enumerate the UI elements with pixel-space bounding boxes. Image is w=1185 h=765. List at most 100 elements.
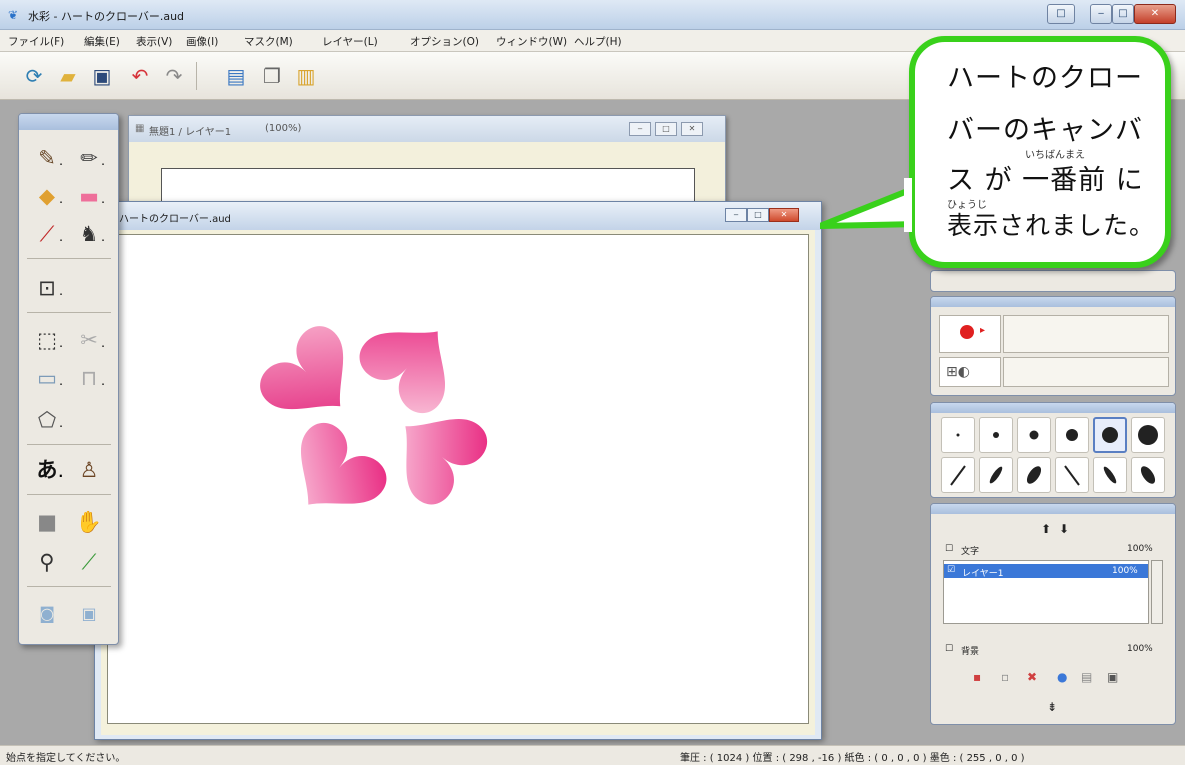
brush-size-6[interactable] bbox=[1131, 417, 1165, 453]
front-minimize-button[interactable]: ‒ bbox=[725, 208, 747, 222]
maximize-button[interactable]: □ bbox=[1112, 4, 1134, 24]
layer-1-checkbox[interactable]: ☑ bbox=[947, 565, 955, 575]
zoom-tool-icon[interactable]: ⚲ bbox=[29, 546, 65, 578]
menu-image[interactable]: 画像(I) bbox=[186, 34, 218, 49]
brush-tool-icon[interactable]: ✎ bbox=[29, 142, 65, 177]
text-tool-icon[interactable]: あ bbox=[29, 454, 65, 489]
marker-tool-icon[interactable]: ◆ bbox=[29, 180, 65, 215]
layer-text-name[interactable]: 文字 bbox=[961, 544, 979, 557]
status-info: 筆圧 : ( 1024 ) 位置 : ( 298 , -16 ) 紙色 : ( … bbox=[680, 753, 1025, 764]
menu-view[interactable]: 表示(V) bbox=[136, 34, 172, 49]
brush-shape-5[interactable] bbox=[1093, 457, 1127, 493]
layer-bg-name[interactable]: 背景 bbox=[961, 644, 979, 657]
delete-layer-icon[interactable]: ✖ bbox=[1027, 670, 1037, 684]
layer-list[interactable]: ☑ レイヤー1 100% bbox=[943, 560, 1149, 624]
menu-edit[interactable]: 編集(E) bbox=[84, 34, 120, 49]
brush-size-1[interactable] bbox=[941, 417, 975, 453]
scissors-tool-icon[interactable]: ✂ bbox=[71, 324, 107, 359]
back-close-button[interactable]: ✕ bbox=[681, 122, 703, 136]
layer-1-name[interactable]: レイヤー1 bbox=[962, 566, 1003, 579]
front-close-button[interactable]: ✕ bbox=[769, 208, 799, 222]
tool-palette-titlebar[interactable] bbox=[19, 114, 118, 130]
fullscreen-mode-icon[interactable]: ▣ bbox=[71, 598, 107, 630]
menu-window[interactable]: ウィンドウ(W) bbox=[496, 34, 567, 49]
tool-separator bbox=[27, 444, 111, 445]
layer-panel-titlebar[interactable] bbox=[931, 504, 1175, 514]
crayon-tool-icon[interactable]: ⟋ bbox=[29, 218, 65, 253]
copy-layer-icon[interactable]: ▫ bbox=[1001, 670, 1009, 684]
restore-small-button[interactable]: □ bbox=[1047, 4, 1075, 24]
layer-down-icon[interactable]: ⬇ bbox=[1059, 522, 1069, 536]
current-color-box[interactable]: ▸ bbox=[939, 315, 1001, 353]
bucket-tool-icon[interactable]: ♞ bbox=[71, 218, 107, 253]
image-icon[interactable]: ▤ bbox=[222, 62, 250, 90]
fill-rect-tool-icon[interactable]: ■ bbox=[29, 506, 65, 538]
brush-size-panel-titlebar[interactable] bbox=[931, 403, 1175, 413]
brush-shape-3[interactable] bbox=[1017, 457, 1051, 493]
brush-size-2[interactable] bbox=[979, 417, 1013, 453]
brush-size-3[interactable] bbox=[1017, 417, 1051, 453]
brush-size-5-selected[interactable] bbox=[1093, 417, 1127, 453]
menu-help[interactable]: ヘルプ(H) bbox=[574, 34, 622, 49]
layer-mask-icon[interactable]: ● bbox=[1057, 670, 1067, 684]
open-folder-icon[interactable]: ▰ bbox=[54, 62, 82, 90]
layer-row-selected[interactable]: ☑ レイヤー1 100% bbox=[944, 564, 1148, 579]
merge-layer-icon[interactable]: ▤ bbox=[1081, 670, 1092, 684]
brush-size-4[interactable] bbox=[1055, 417, 1089, 453]
move-select-tool-icon[interactable]: ▭ bbox=[29, 362, 65, 397]
minimize-button[interactable]: ‒ bbox=[1090, 4, 1112, 24]
layer-scrollbar[interactable] bbox=[1151, 560, 1163, 624]
paper-ink-swap-icon[interactable]: ⊞◐ bbox=[939, 357, 1001, 387]
heart-clover-illustration bbox=[252, 300, 492, 531]
brush-shape-1[interactable] bbox=[941, 457, 975, 493]
menu-layer[interactable]: レイヤー(L) bbox=[322, 34, 378, 49]
eyedropper-tool-icon[interactable]: ⟋ bbox=[71, 546, 107, 578]
new-canvas-icon[interactable]: ⟳ bbox=[20, 62, 48, 90]
close-button[interactable]: ✕ bbox=[1134, 4, 1176, 24]
stamp-tool-icon[interactable]: ♙ bbox=[71, 454, 107, 486]
tool-separator bbox=[27, 586, 111, 587]
hand-tool-icon[interactable]: ✋ bbox=[71, 506, 107, 538]
brush-shape-2[interactable] bbox=[979, 457, 1013, 493]
document-back-zoom: (100%) bbox=[265, 123, 302, 134]
pencil-tool-icon[interactable]: ✏ bbox=[71, 142, 107, 177]
paste-icon[interactable]: ▥ bbox=[292, 62, 320, 90]
view-mode-icon[interactable]: ◙ bbox=[29, 598, 65, 630]
eraser-tool-icon[interactable]: ▬ bbox=[71, 180, 107, 215]
layer-properties-icon[interactable]: ▣ bbox=[1107, 670, 1118, 684]
undo-icon[interactable]: ↶ bbox=[126, 62, 154, 90]
tool-separator bbox=[27, 258, 111, 259]
document-back-title: 無題1 / レイヤー1 bbox=[149, 127, 232, 138]
save-disk-icon[interactable]: ▣ bbox=[88, 62, 116, 90]
color-panel-titlebar[interactable] bbox=[931, 297, 1175, 307]
menu-options[interactable]: オプション(O) bbox=[410, 34, 479, 49]
redo-icon[interactable]: ↷ bbox=[160, 62, 188, 90]
tool-separator bbox=[27, 494, 111, 495]
menu-mask[interactable]: マスク(M) bbox=[244, 34, 293, 49]
menu-file[interactable]: ファイル(F) bbox=[8, 34, 64, 49]
document-window-back[interactable]: ▦ 無題1 / レイヤー1 (100%) ‒ □ ✕ bbox=[128, 115, 726, 215]
heart-bottom bbox=[271, 414, 395, 531]
heart-left bbox=[252, 317, 375, 441]
panel-collapse-icon[interactable]: ⇟ bbox=[1047, 700, 1057, 714]
color-history-area[interactable] bbox=[1003, 357, 1169, 387]
rect-select-tool-icon[interactable]: ⬚ bbox=[29, 324, 65, 359]
layer-bg-opacity: 100% bbox=[1127, 644, 1153, 654]
brush-shape-6[interactable] bbox=[1131, 457, 1165, 493]
back-maximize-button[interactable]: □ bbox=[655, 122, 677, 136]
front-maximize-button[interactable]: □ bbox=[747, 208, 769, 222]
document-window-back-titlebar[interactable]: ▦ 無題1 / レイヤー1 (100%) ‒ □ ✕ bbox=[129, 116, 725, 142]
canvas-tool-icon[interactable]: ⊡ bbox=[29, 272, 65, 307]
layer-bg-checkbox[interactable]: ☐ bbox=[945, 644, 953, 654]
back-minimize-button[interactable]: ‒ bbox=[629, 122, 651, 136]
lock-tool-icon[interactable]: ⊓ bbox=[71, 362, 107, 397]
color-mixer-area[interactable] bbox=[1003, 315, 1169, 353]
transform-tool-icon[interactable]: ⬠ bbox=[29, 404, 65, 439]
new-layer-icon[interactable]: ▪ bbox=[973, 670, 981, 684]
navigator-panel bbox=[930, 270, 1176, 292]
brush-shape-4[interactable] bbox=[1055, 457, 1089, 493]
layer-text-checkbox[interactable]: ☐ bbox=[945, 544, 953, 554]
copy-icon[interactable]: ❐ bbox=[258, 62, 286, 90]
layer-up-icon[interactable]: ⬆ bbox=[1041, 522, 1051, 536]
document-window-front-titlebar[interactable]: ハートのクローバー.aud ‒ □ ✕ bbox=[95, 202, 821, 230]
